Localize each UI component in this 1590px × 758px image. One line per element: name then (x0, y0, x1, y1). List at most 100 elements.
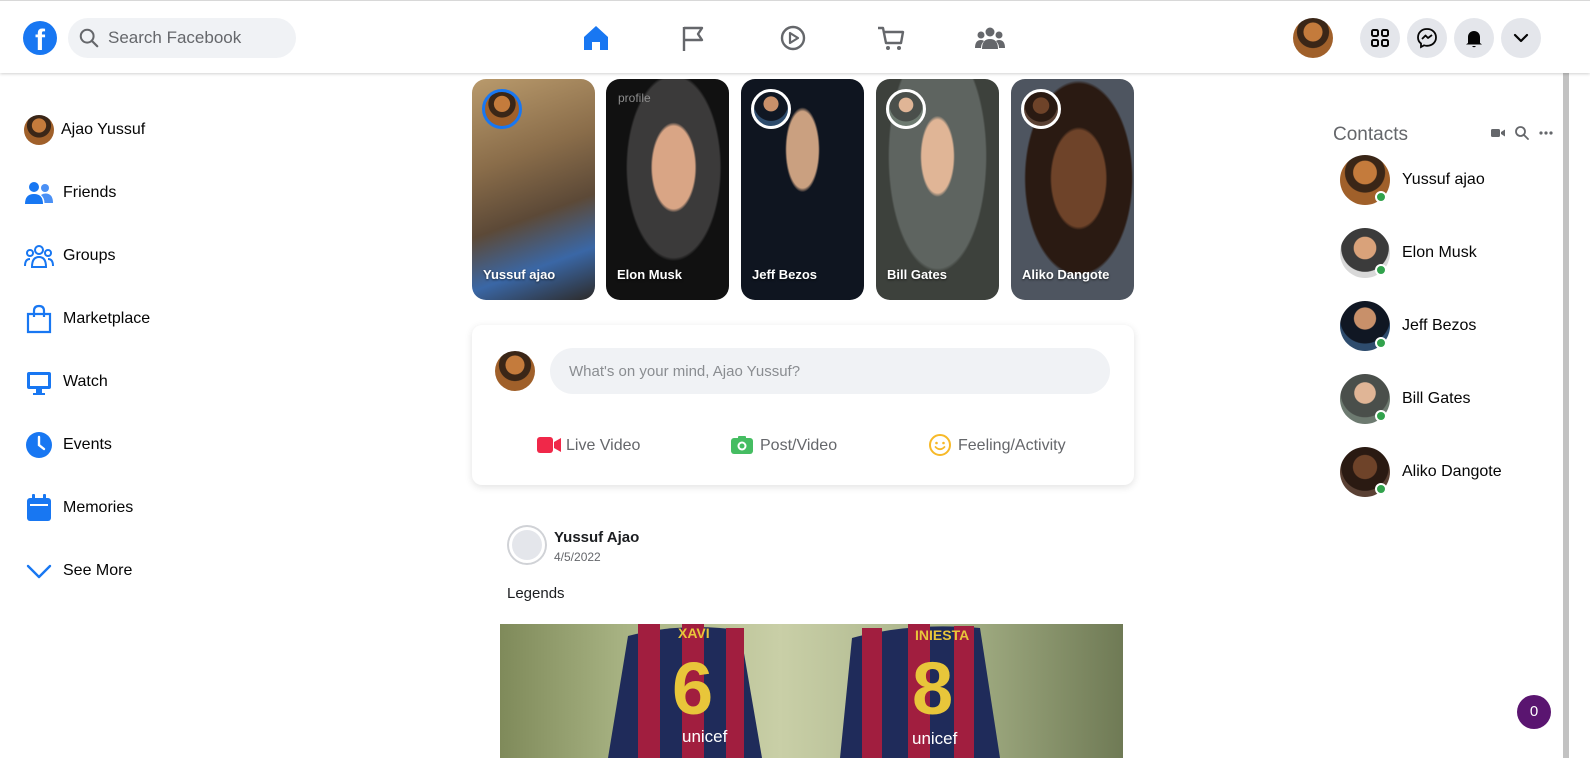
jersey-number: 8 (912, 647, 953, 730)
sidebar-item-label: Events (63, 436, 112, 453)
contacts-title: Contacts (1333, 124, 1408, 145)
menu-grid-icon (1371, 29, 1389, 47)
feeling-activity-button[interactable]: Feeling/Activity (928, 429, 1108, 461)
story-name: Yussuf ajao (483, 267, 556, 282)
contact-name: Elon Musk (1402, 244, 1477, 261)
story-card[interactable]: Yussuf ajao (472, 79, 595, 300)
contact-name: Bill Gates (1402, 390, 1471, 407)
story-card[interactable]: Bill Gates (876, 79, 999, 300)
sidebar-item-label: Groups (63, 247, 116, 264)
story-card[interactable]: Jeff Bezos (741, 79, 864, 300)
post-author-name[interactable]: Yussuf Ajao (554, 529, 639, 546)
groups-icon[interactable] (973, 21, 1007, 55)
search-input[interactable] (108, 18, 288, 58)
online-indicator (1375, 483, 1387, 495)
sidebar-profile[interactable]: Ajao Yussuf (24, 111, 284, 151)
sidebar-see-more[interactable]: See More (24, 552, 284, 592)
chevron-down-icon (26, 564, 52, 579)
bell-icon (1466, 31, 1482, 48)
broken-image-placeholder: profile (618, 91, 662, 125)
sidebar-item-groups[interactable]: Groups (24, 237, 284, 277)
post-text: Legends (507, 585, 565, 602)
online-indicator (1375, 191, 1387, 203)
friends-icon (25, 182, 53, 204)
default-avatar-icon (507, 525, 547, 565)
avatar (24, 115, 54, 145)
sidebar-item-label: Watch (63, 373, 108, 390)
contact-item[interactable]: Bill Gates (1340, 374, 1560, 424)
watch-icon[interactable] (776, 21, 810, 55)
groups-icon (24, 245, 54, 268)
action-label: Post/Video (760, 437, 838, 454)
sidebar-item-label: See More (63, 562, 133, 579)
contact-name: Aliko Dangote (1402, 463, 1502, 480)
contact-item[interactable]: Elon Musk (1340, 228, 1560, 278)
menu-button[interactable] (1360, 18, 1400, 58)
jersey-name: INIESTA (915, 627, 969, 643)
more-options-icon[interactable] (1538, 126, 1554, 140)
home-icon[interactable] (579, 21, 613, 55)
post-author-avatar[interactable] (507, 525, 547, 565)
story-name: Bill Gates (887, 267, 947, 282)
action-label: Feeling/Activity (958, 437, 1066, 454)
scrollbar-thumb[interactable] (1563, 73, 1569, 758)
sidebar-item-friends[interactable]: Friends (24, 174, 284, 214)
story-card[interactable]: profile Elon Musk (606, 79, 729, 300)
video-camera-icon (537, 437, 561, 453)
sidebar-item-label: Marketplace (63, 310, 151, 327)
story-avatar (886, 89, 926, 129)
contact-name: Yussuf ajao (1402, 171, 1485, 188)
sidebar-item-label: Friends (63, 184, 117, 201)
broken-image-alt: profile (618, 91, 651, 105)
messenger-button[interactable] (1407, 18, 1447, 58)
post-image[interactable]: XAVI 6 unicef INIESTA 8 unicef (500, 624, 1123, 758)
post-video-button[interactable]: Post/Video (730, 429, 890, 461)
sidebar-item-watch[interactable]: Watch (24, 363, 284, 403)
sidebar-item-memories[interactable]: Memories (24, 489, 284, 529)
contact-item[interactable]: Aliko Dangote (1340, 447, 1560, 497)
search-icon (79, 28, 99, 48)
notification-count-badge[interactable]: 0 (1517, 695, 1551, 729)
top-navigation-bar: f (0, 0, 1590, 73)
marketplace-icon[interactable] (874, 21, 908, 55)
contact-item[interactable]: Jeff Bezos (1340, 301, 1560, 351)
notifications-button[interactable] (1454, 18, 1494, 58)
jersey-name: XAVI (678, 625, 710, 641)
contact-item[interactable]: Yussuf ajao (1340, 155, 1560, 205)
live-video-button[interactable]: Live Video (536, 429, 696, 461)
video-call-icon[interactable] (1490, 126, 1506, 140)
clock-icon (26, 432, 52, 458)
account-button[interactable] (1501, 18, 1541, 58)
jersey-number: 6 (672, 647, 713, 730)
action-label: Live Video (566, 437, 641, 454)
avatar (495, 351, 535, 391)
profile-avatar[interactable] (1293, 18, 1333, 58)
facebook-logo[interactable]: f (23, 21, 57, 55)
contact-name: Jeff Bezos (1402, 317, 1477, 334)
flag-icon[interactable] (677, 21, 711, 55)
sidebar-profile-name: Ajao Yussuf (61, 121, 146, 138)
photo-icon (731, 436, 753, 454)
post-image-graphic: XAVI 6 unicef INIESTA 8 unicef (608, 624, 1000, 758)
jersey-sponsor: unicef (912, 729, 958, 748)
story-name: Jeff Bezos (752, 267, 818, 282)
post-date[interactable]: 4/5/2022 (554, 550, 601, 564)
whats-on-your-mind-input[interactable] (550, 348, 1110, 394)
watch-icon (27, 372, 51, 395)
sidebar-item-events[interactable]: Events (24, 426, 284, 466)
story-card[interactable]: Aliko Dangote (1011, 79, 1134, 300)
search-box (68, 18, 296, 58)
online-indicator (1375, 410, 1387, 422)
online-indicator (1375, 337, 1387, 349)
smiley-icon (929, 434, 951, 456)
chevron-down-icon (1513, 33, 1529, 43)
sidebar-item-marketplace[interactable]: Marketplace (24, 300, 284, 340)
story-avatar (1021, 89, 1061, 129)
create-post-box: Live Video Post/Video Feeling/Activity (472, 325, 1134, 485)
story-name: Elon Musk (617, 267, 683, 282)
search-icon[interactable] (1514, 125, 1530, 141)
jersey-sponsor: unicef (682, 727, 728, 746)
story-name: Aliko Dangote (1022, 267, 1110, 282)
calendar-icon (27, 494, 51, 521)
messenger-icon (1417, 28, 1437, 49)
